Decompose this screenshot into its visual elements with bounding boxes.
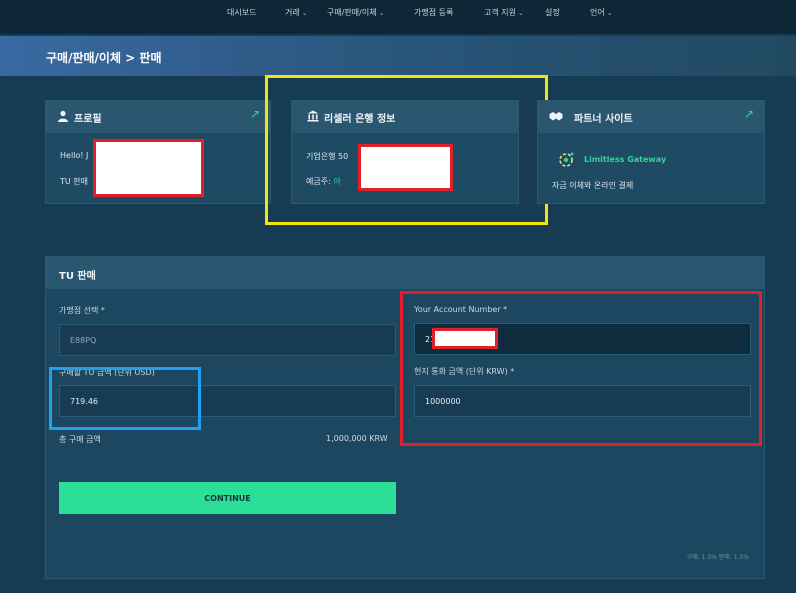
nav-label: 구매/판매/이체	[327, 8, 377, 17]
merchant-select-field[interactable]	[59, 324, 396, 356]
partner-card-title: 파트너 사이트	[574, 114, 633, 125]
fee-note: 구매: 1.5% 판매: 1.5%	[686, 554, 749, 561]
total-amount-value: 1,000,000 KRW	[326, 434, 388, 443]
nav-label: 거래	[285, 8, 300, 17]
partner-description: 자금 이체와 온라인 결제	[552, 181, 634, 190]
profile-hello: Hello! J	[60, 151, 88, 160]
nav-label: 가맹점 등록	[414, 8, 454, 17]
nav-item-dashboard[interactable]: 대시보드	[227, 7, 256, 18]
nav-label: 대시보드	[227, 8, 257, 17]
highlight-box-tu-amount	[49, 367, 201, 430]
profile-card-title: 프로필	[74, 114, 102, 125]
chevron-down-icon: ⌄	[606, 9, 613, 17]
nav-item-buy-sell-transfer[interactable]: 구매/판매/이체 ⌄	[327, 7, 384, 18]
external-link-icon[interactable]: ↗	[744, 107, 754, 121]
partner-card: 파트너 사이트 ↗ Limitless Gateway 자금 이체와 온라인 결…	[537, 100, 765, 204]
continue-button[interactable]: CONTINUE	[59, 482, 396, 514]
chevron-down-icon: ⌄	[517, 9, 524, 17]
nav-label: 설정	[545, 8, 560, 17]
merchant-select-label: 가맹점 선택 *	[59, 306, 105, 315]
nav-item-language[interactable]: 언어 ⌄	[590, 7, 613, 18]
breadcrumb-banner: 구매/판매/이체 > 판매	[0, 36, 796, 76]
highlight-box-bank	[265, 75, 548, 225]
profile-tu-sale: TU 판매	[60, 177, 89, 186]
limitless-gateway-logo-icon	[559, 152, 574, 167]
nav-item-trade[interactable]: 거래 ⌄	[285, 7, 308, 18]
redaction-box	[93, 139, 204, 197]
nav-label: 언어	[590, 8, 605, 17]
nav-item-merchant-register[interactable]: 가맹점 등록	[414, 7, 453, 18]
breadcrumb: 구매/판매/이체 > 판매	[46, 51, 162, 65]
top-nav: 대시보드 거래 ⌄ 구매/판매/이체 ⌄ 가맹점 등록 고객 지원 ⌄ 설정 언어 ⌄	[0, 0, 796, 34]
tu-sale-panel-title: TU 판매	[59, 271, 96, 282]
nav-label: 고객 지원	[484, 8, 516, 17]
chevron-down-icon: ⌄	[378, 9, 385, 17]
total-amount-label: 총 구매 금액	[59, 435, 101, 444]
nav-item-support[interactable]: 고객 지원 ⌄	[484, 7, 524, 18]
hello-text: Hello! J	[60, 151, 89, 160]
partner-card-header: 파트너 사이트 ↗	[538, 101, 764, 133]
handshake-icon	[549, 112, 563, 121]
highlight-box-account	[400, 291, 762, 446]
external-link-icon[interactable]: ↗	[250, 107, 260, 121]
chevron-down-icon: ⌄	[301, 9, 308, 17]
tu-sale-panel-header: TU 판매	[46, 257, 764, 289]
user-icon	[58, 110, 68, 122]
partner-gateway-link[interactable]: Limitless Gateway	[584, 155, 666, 164]
profile-card-header: 프로필 ↗	[46, 101, 270, 133]
nav-item-settings[interactable]: 설정	[545, 7, 560, 18]
